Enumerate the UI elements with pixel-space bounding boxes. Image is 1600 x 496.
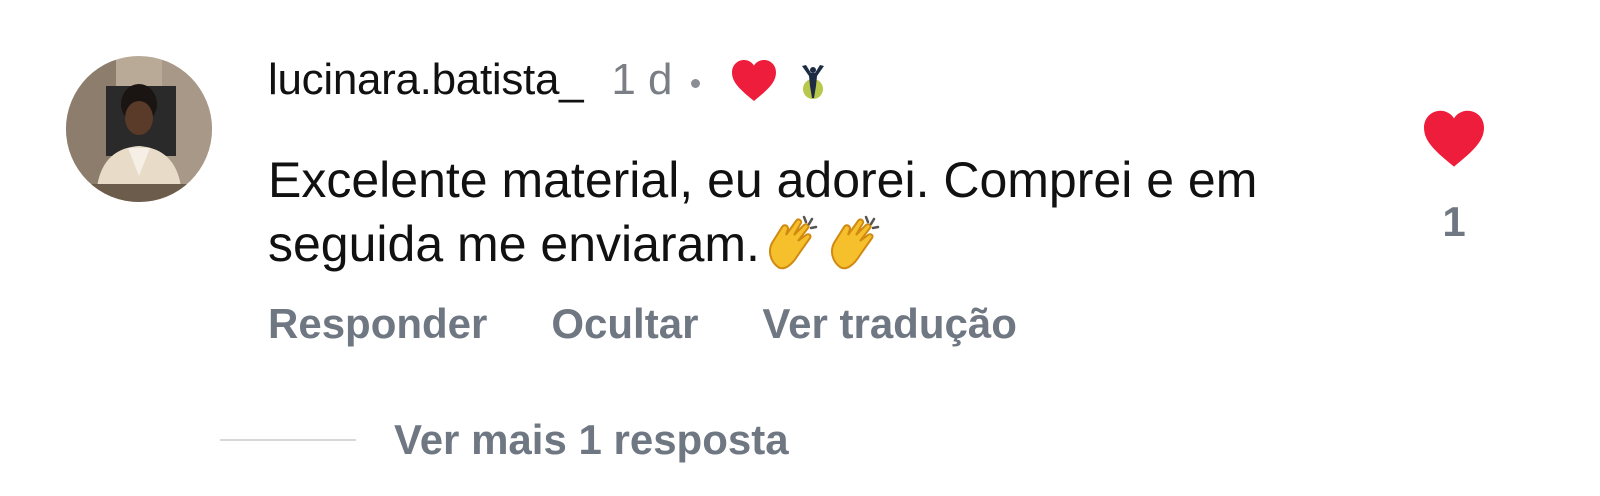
divider-line [220, 439, 356, 441]
comment-actions: Responder Ocultar Ver tradução [268, 300, 1017, 348]
username[interactable]: lucinara.batista_ [268, 55, 584, 105]
like-column: 1 [1418, 108, 1490, 246]
separator-dot [690, 78, 700, 88]
replies-toggle: Ver mais 1 resposta [220, 416, 789, 464]
trophy-figure-icon [798, 62, 828, 105]
reply-button[interactable]: Responder [268, 300, 487, 348]
heart-icon [730, 58, 778, 107]
view-more-replies-button[interactable]: Ver mais 1 resposta [394, 416, 789, 464]
like-count: 1 [1442, 198, 1466, 245]
clapping-hands-icon [826, 213, 884, 286]
comment-text: Excelente material, eu adorei. Comprei e… [268, 148, 1368, 286]
translate-button[interactable]: Ver tradução [762, 300, 1016, 348]
timestamp: 1 d [611, 55, 673, 104]
comment-body: Excelente material, eu adorei. Comprei e… [268, 152, 1258, 272]
hide-button[interactable]: Ocultar [551, 300, 698, 348]
like-heart-icon[interactable] [1421, 108, 1487, 168]
clapping-hands-icon [764, 213, 822, 286]
avatar[interactable] [66, 56, 212, 202]
comment-header: lucinara.batista_ 1 d [268, 50, 828, 110]
